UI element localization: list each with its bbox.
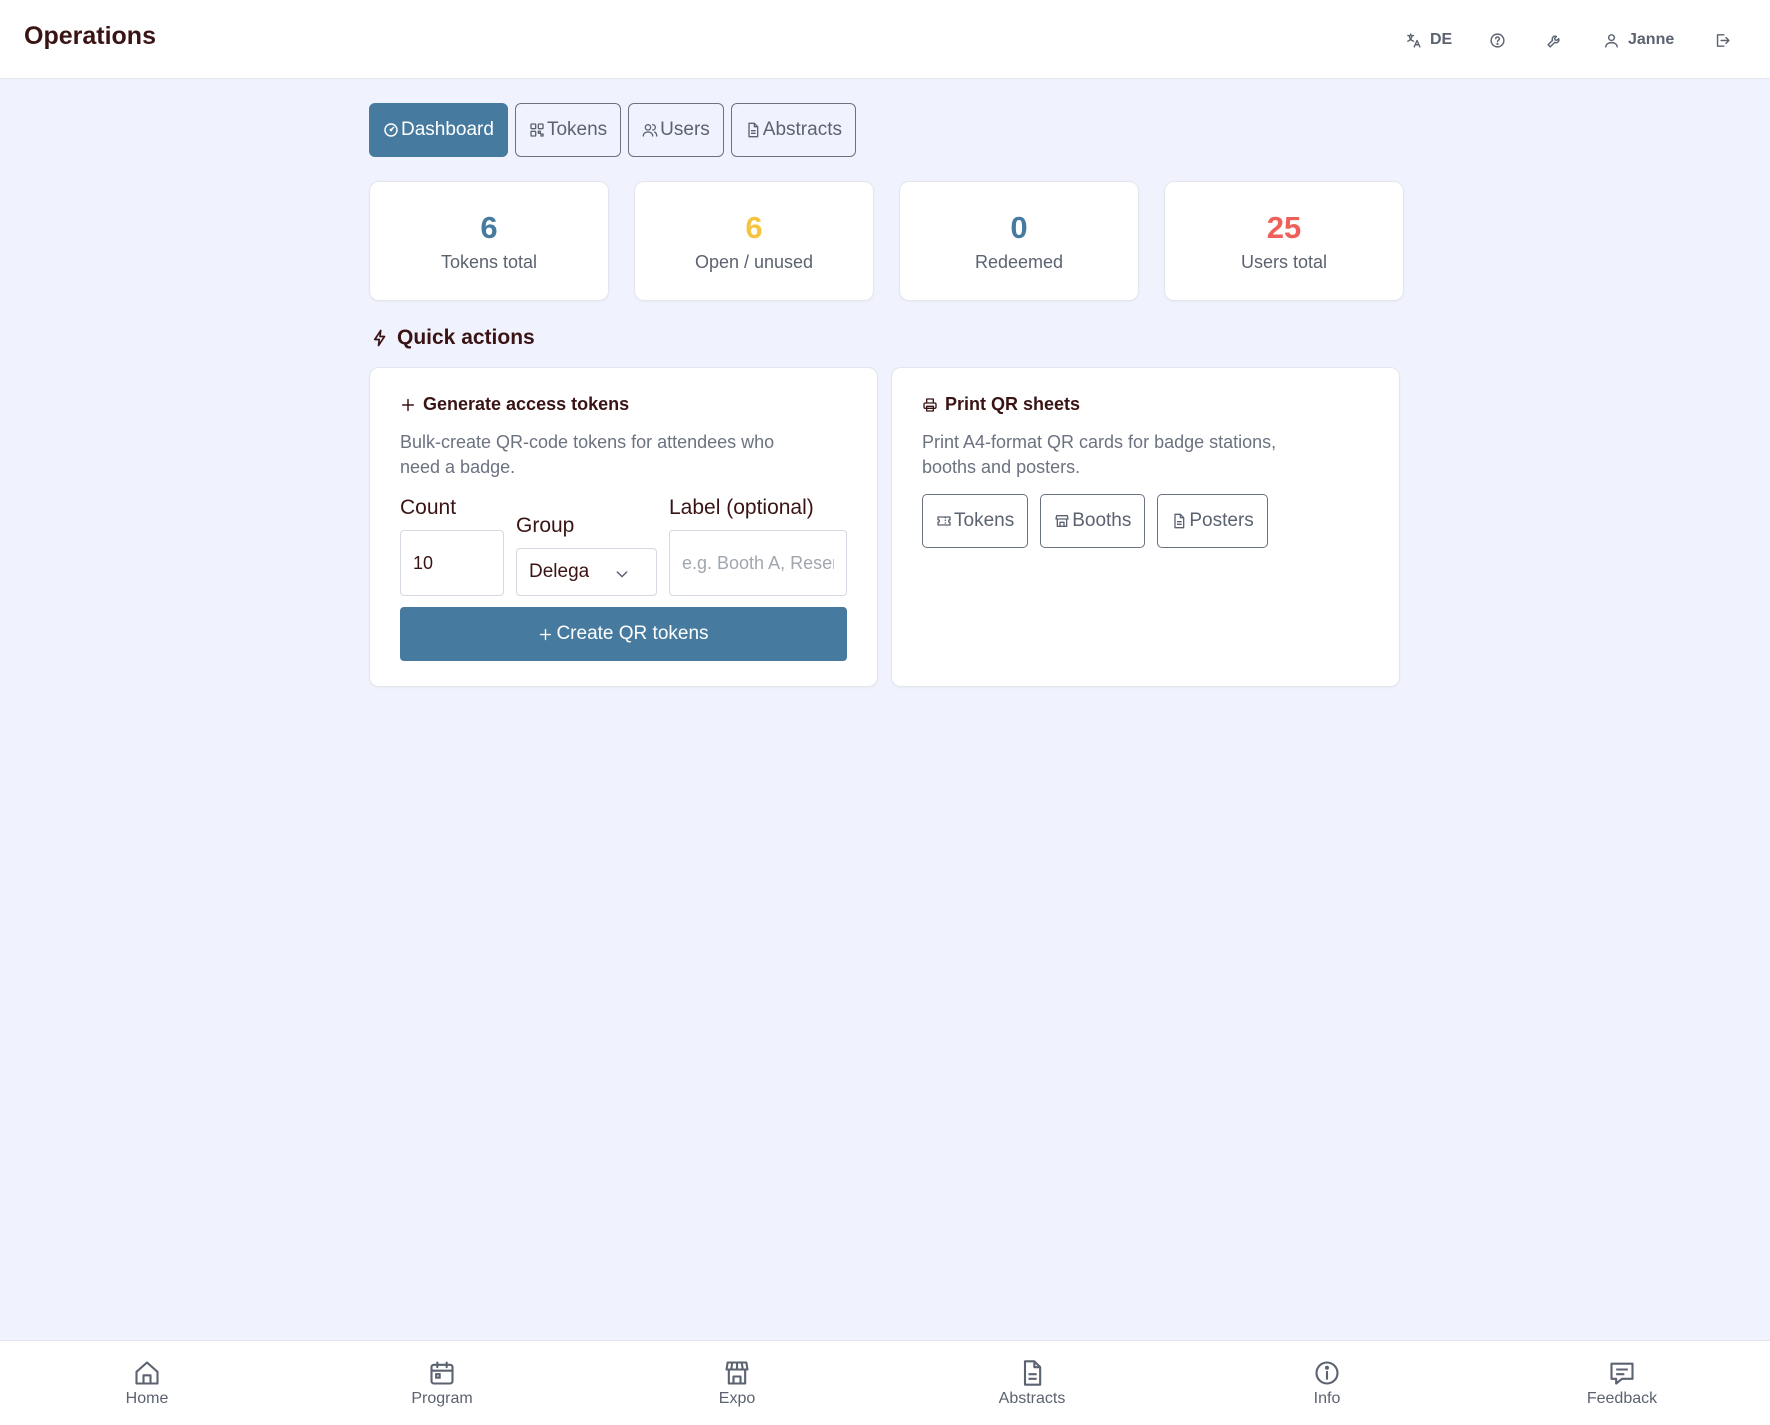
user-menu[interactable]: Janne	[1603, 26, 1674, 54]
tab-users[interactable]: Users	[628, 103, 724, 157]
section-tabs: Dashboard Tokens Users Abstracts	[369, 103, 856, 157]
plus-icon	[401, 398, 415, 411]
group-select-value: Delegate	[529, 561, 589, 582]
home-icon	[135, 1361, 159, 1385]
stat-label: Tokens total	[440, 252, 538, 272]
printer-icon	[923, 397, 937, 412]
group-label: Group	[516, 514, 575, 537]
stat-value: 6	[745, 210, 763, 245]
print-tokens-button[interactable]: Tokens	[922, 494, 1029, 548]
ticket-icon	[937, 516, 951, 526]
tools-button[interactable]	[1546, 26, 1563, 54]
stat-label: Users total	[1240, 252, 1328, 272]
stat-users-total: 25 Users total	[1164, 181, 1404, 301]
tab-dashboard[interactable]: Dashboard	[369, 103, 508, 157]
user-icon	[1605, 33, 1618, 48]
generate-tokens-card: Generate access tokens Bulk-create QR-co…	[369, 367, 878, 687]
stat-open-unused: 6 Open / unused	[634, 181, 874, 301]
logout-button[interactable]	[1714, 26, 1731, 54]
users-icon	[642, 124, 658, 137]
plus-icon	[540, 628, 552, 640]
nav-program[interactable]: Program	[372, 1359, 512, 1408]
user-name: Janne	[1628, 31, 1675, 48]
label-input[interactable]	[669, 530, 847, 596]
count-label: Count	[400, 496, 457, 519]
nav-home[interactable]: Home	[77, 1359, 217, 1408]
lightning-icon	[373, 329, 386, 347]
print-posters-button[interactable]: Posters	[1157, 494, 1268, 548]
language-label: DE	[1430, 31, 1453, 48]
stat-tokens-total: 6 Tokens total	[369, 181, 609, 301]
stat-label: Open / unused	[694, 252, 814, 272]
card-title: Print QR sheets	[922, 394, 1080, 415]
nav-expo[interactable]: Expo	[667, 1359, 807, 1408]
stat-cards: 6 Tokens total 6 Open / unused 0 Redeeme…	[369, 181, 1404, 301]
nav-abstracts[interactable]: Abstracts	[962, 1359, 1102, 1408]
logout-icon	[1716, 33, 1730, 47]
stat-value: 25	[1266, 210, 1302, 245]
print-booths-button[interactable]: Booths	[1040, 494, 1146, 548]
language-switch[interactable]: DE	[1405, 26, 1452, 54]
calendar-icon	[430, 1361, 454, 1385]
qr-icon	[530, 123, 544, 137]
document-icon	[748, 122, 759, 138]
stat-value: 6	[480, 210, 498, 245]
nav-feedback[interactable]: Feedback	[1552, 1359, 1692, 1408]
wrench-icon	[1547, 34, 1560, 48]
app-title: Operations	[24, 22, 156, 50]
chevron-down-icon	[616, 571, 628, 578]
count-input[interactable]	[400, 530, 504, 596]
group-select[interactable]: Delegate	[516, 548, 657, 596]
quick-actions-heading: Quick actions	[371, 326, 535, 350]
print-buttons: Tokens Booths Posters	[922, 494, 1268, 548]
chat-icon	[1610, 1362, 1634, 1385]
stat-label: Redeemed	[974, 252, 1064, 272]
help-icon	[1490, 32, 1505, 48]
help-button[interactable]	[1489, 26, 1506, 54]
store-icon	[725, 1361, 749, 1385]
tab-abstracts[interactable]: Abstracts	[730, 103, 856, 157]
info-icon	[1315, 1361, 1339, 1385]
top-header: Operations DE Janne	[0, 0, 1770, 79]
print-qr-card: Print QR sheets Print A4-format QR cards…	[891, 367, 1400, 687]
card-description: Bulk-create QR-code tokens for attendees…	[400, 432, 775, 477]
create-qr-tokens-button[interactable]: Create QR tokens	[400, 607, 847, 661]
tab-tokens[interactable]: Tokens	[514, 103, 622, 157]
gauge-icon	[384, 123, 398, 137]
document-icon	[1023, 1360, 1042, 1386]
card-title: Generate access tokens	[400, 394, 629, 415]
store-icon	[1055, 515, 1069, 527]
label-optional-label: Label (optional)	[669, 496, 814, 519]
bottom-nav: Home Program Expo Abstracts Info Feedbac…	[0, 1340, 1770, 1425]
translate-icon	[1407, 32, 1421, 48]
nav-info[interactable]: Info	[1257, 1359, 1397, 1408]
stat-value: 0	[1010, 210, 1028, 245]
document-icon	[1174, 513, 1185, 529]
card-description: Print A4-format QR cards for badge stati…	[922, 432, 1277, 477]
stat-redeemed: 0 Redeemed	[899, 181, 1139, 301]
